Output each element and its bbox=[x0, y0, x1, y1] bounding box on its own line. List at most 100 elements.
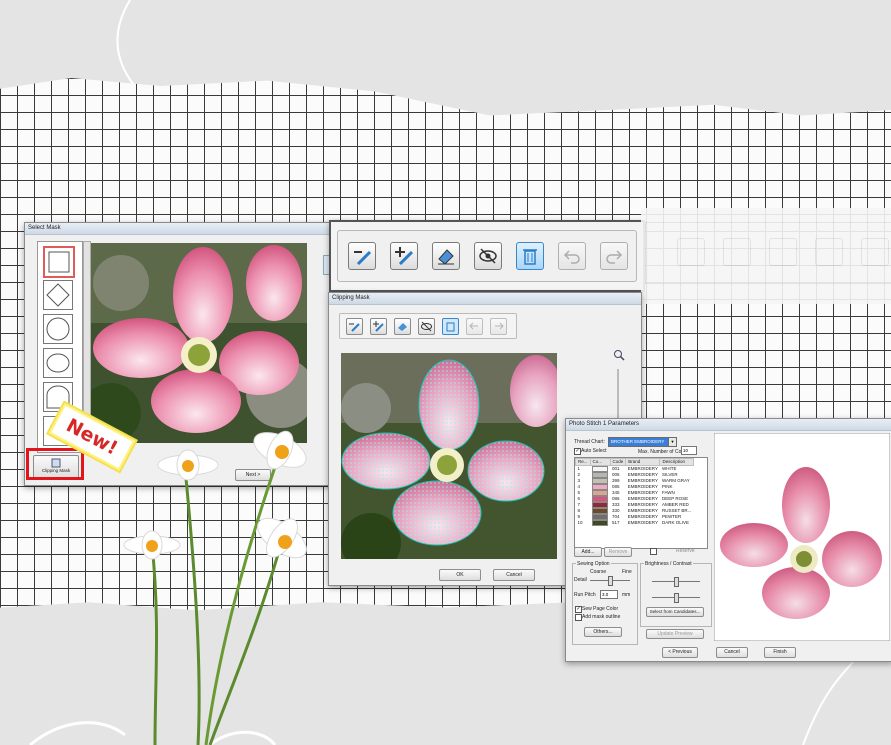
max-colors-value: 10 bbox=[683, 448, 689, 453]
table-header[interactable]: Re... bbox=[575, 458, 591, 466]
clipping-toolbar-zoom bbox=[329, 220, 645, 292]
stitch-preview bbox=[714, 433, 890, 641]
detail-slider-thumb[interactable] bbox=[608, 576, 613, 586]
redo-icon[interactable] bbox=[490, 318, 507, 335]
add-mask-outline-checkbox[interactable] bbox=[575, 614, 582, 621]
delete-icon[interactable] bbox=[442, 318, 459, 335]
mask-shape-rectangle[interactable] bbox=[43, 246, 75, 278]
thread-brand: EMBROIDERY bbox=[627, 471, 658, 477]
coarse-label: Coarse bbox=[590, 569, 607, 575]
update-preview-button[interactable]: Update Preview bbox=[646, 629, 704, 639]
table-header[interactable]: Brand bbox=[625, 458, 661, 466]
daisy-flowers bbox=[123, 430, 307, 745]
zoom-icon[interactable] bbox=[613, 349, 625, 361]
run-pitch-unit: mm bbox=[622, 592, 631, 598]
add-mask-outline-label: Add mask outline bbox=[582, 614, 621, 620]
sew-page-color-label: Sew Page Color bbox=[582, 606, 619, 612]
faded-tool-icon bbox=[769, 238, 797, 266]
run-pitch-label: Run Pitch bbox=[574, 592, 596, 598]
thread-brand: EMBROIDERY bbox=[627, 519, 658, 525]
add-button[interactable]: Add... bbox=[574, 547, 602, 557]
hide-icon[interactable] bbox=[474, 242, 502, 270]
auto-select-label: Auto Select bbox=[581, 448, 607, 454]
thread-chart-select[interactable]: BROTHER EMBROIDERY bbox=[608, 437, 670, 447]
max-colors-input[interactable]: 10 bbox=[681, 446, 697, 455]
cancel-button[interactable]: Cancel bbox=[493, 569, 535, 581]
eraser-icon[interactable] bbox=[394, 318, 411, 335]
table-header[interactable]: Code bbox=[609, 458, 627, 466]
flower-photo bbox=[91, 243, 307, 443]
faded-tool-icon bbox=[861, 238, 889, 266]
faded-tool-icon bbox=[677, 238, 705, 266]
clipping-mask-highlight bbox=[26, 448, 84, 480]
redo-icon[interactable] bbox=[600, 242, 628, 270]
thread-number: 10 bbox=[577, 519, 583, 525]
previous-button[interactable]: < Previous bbox=[662, 647, 698, 658]
undo-icon[interactable] bbox=[558, 242, 586, 270]
sewing-option-label: Sewing Option bbox=[576, 561, 611, 567]
window-title: Select Mask bbox=[25, 223, 347, 235]
faded-tool-icon bbox=[723, 238, 751, 266]
thread-code: 517 bbox=[612, 519, 620, 525]
sew-page-color-checkbox[interactable]: ✓ bbox=[575, 606, 582, 613]
thread-description: WARM GRAY bbox=[661, 477, 690, 483]
window-title: Photo Stitch 1 Parameters bbox=[566, 419, 891, 431]
thread-brand: EMBROIDERY bbox=[627, 465, 658, 471]
thread-description: DARK OLIVE bbox=[661, 519, 689, 525]
cancel-button[interactable]: Cancel bbox=[716, 647, 748, 658]
thread-color-swatch bbox=[590, 519, 610, 526]
table-row[interactable]: 10 517 EMBROIDERY DARK OLIVE bbox=[576, 519, 694, 526]
thread-brand: EMBROIDERY bbox=[627, 501, 658, 507]
table-header[interactable]: Co... bbox=[589, 458, 611, 466]
daisy-3 bbox=[253, 430, 307, 470]
undo-icon[interactable] bbox=[466, 318, 483, 335]
others-button[interactable]: Others... bbox=[584, 627, 622, 637]
reserve-label: Reserve bbox=[676, 548, 695, 554]
toolbar-frame bbox=[337, 230, 637, 282]
thread-table-frame: Re... Co... Code Brand Description 1 001 EMBRO… bbox=[574, 457, 708, 549]
hide-icon[interactable] bbox=[418, 318, 435, 335]
thread-brand: EMBROIDERY bbox=[627, 483, 658, 489]
eraser-line-icon[interactable] bbox=[348, 242, 376, 270]
contrast-slider-thumb[interactable] bbox=[674, 593, 679, 603]
reserve-checkbox[interactable] bbox=[650, 548, 657, 555]
brightness-slider-thumb[interactable] bbox=[674, 577, 679, 587]
brightness-contrast-label: Brightness / Contrast bbox=[644, 561, 693, 567]
faded-tool-icon bbox=[815, 238, 843, 266]
thread-brand: EMBROIDERY bbox=[627, 495, 658, 501]
thread-description: RUSSET BR... bbox=[661, 507, 692, 513]
run-pitch-input[interactable]: 3.0 bbox=[600, 590, 618, 599]
daisy-4 bbox=[257, 517, 307, 559]
ok-button[interactable]: OK bbox=[439, 569, 481, 581]
clipping-mask-canvas[interactable] bbox=[341, 353, 557, 559]
window-title: Clipping Mask bbox=[329, 293, 641, 305]
eraser-icon[interactable] bbox=[432, 242, 460, 270]
thread-brand: EMBROIDERY bbox=[627, 489, 658, 495]
add-line-icon[interactable] bbox=[390, 242, 418, 270]
detail-label: Detail bbox=[574, 577, 587, 583]
chevron-down-icon[interactable]: ▼ bbox=[668, 437, 677, 447]
small-toolbar bbox=[339, 313, 517, 339]
color-swatch bbox=[592, 519, 609, 526]
mask-shape-circle[interactable] bbox=[43, 314, 73, 344]
mask-shape-oval[interactable] bbox=[43, 348, 73, 378]
thread-chart-value: BROTHER EMBROIDERY bbox=[611, 439, 665, 444]
eraser-line-icon[interactable] bbox=[346, 318, 363, 335]
photo-stitch-window: Photo Stitch 1 Parameters Thread Chart: … bbox=[565, 418, 891, 662]
select-candidates-button[interactable]: Select from Candidates... bbox=[646, 607, 704, 617]
mask-shape-diamond[interactable] bbox=[43, 280, 73, 310]
daisy-2 bbox=[157, 449, 219, 481]
auto-select-checkbox[interactable]: ✓ bbox=[574, 448, 581, 455]
run-pitch-value: 3.0 bbox=[602, 592, 609, 597]
add-line-icon[interactable] bbox=[370, 318, 387, 335]
table-header[interactable]: Description bbox=[659, 458, 694, 466]
finish-button[interactable]: Finish bbox=[764, 647, 796, 658]
thread-brand: EMBROIDERY bbox=[627, 513, 658, 519]
remove-button[interactable]: Remove bbox=[604, 547, 632, 557]
daisy-1 bbox=[123, 530, 181, 560]
thread-table: Re... Co... Code Brand Description 1 001 EMBRO… bbox=[575, 458, 694, 526]
thread-brand: EMBROIDERY bbox=[627, 507, 658, 513]
delete-icon[interactable] bbox=[516, 242, 544, 270]
thread-description: AMBER RED bbox=[661, 501, 689, 507]
fine-label: Fine bbox=[622, 569, 632, 575]
